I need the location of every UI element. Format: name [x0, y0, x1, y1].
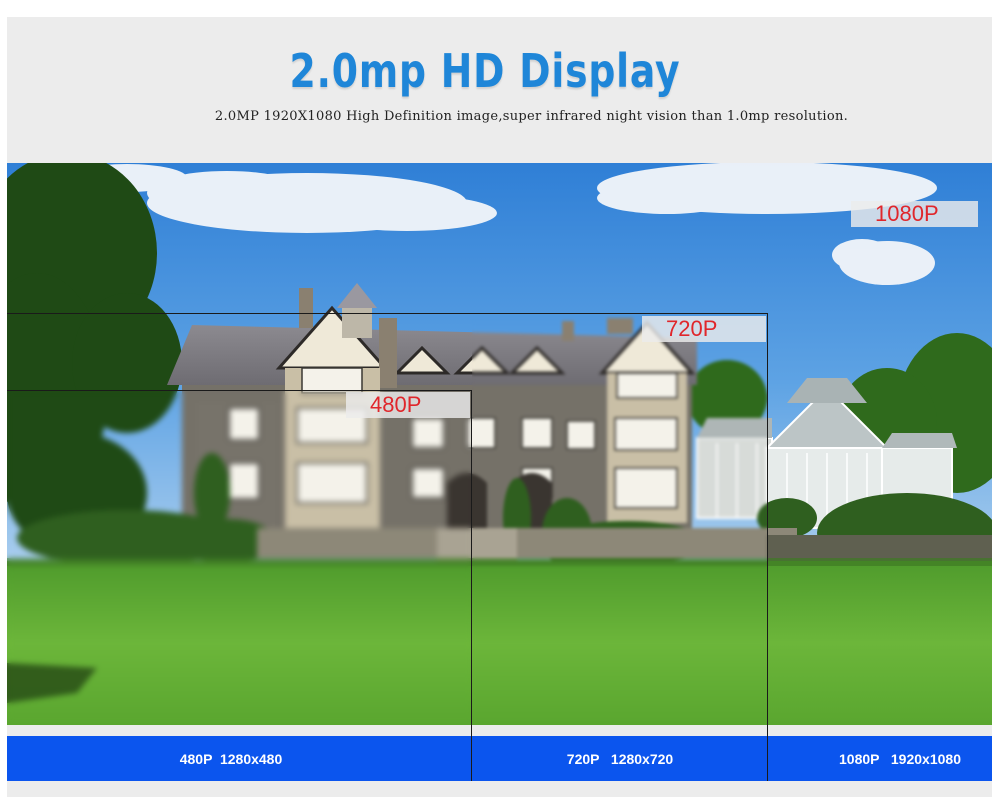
480p-frame-right — [471, 390, 472, 781]
720p-frame-top — [7, 313, 767, 314]
bar-divider-1 — [471, 736, 472, 781]
480p-region — [7, 391, 472, 725]
bar-label-720p: 720P 1280x720 — [566, 751, 674, 767]
bar-divider-2 — [767, 736, 768, 781]
label-720p: 720P — [642, 316, 766, 342]
page-subtitle: 2.0MP 1920X1080 High Definition image,su… — [214, 109, 849, 124]
bar-label-480p: 480P 1280x480 — [179, 751, 283, 767]
mansion-photo — [7, 163, 992, 725]
480p-frame-top — [7, 390, 472, 391]
bar-label-1080p: 1080P 1920x1080 — [839, 751, 961, 767]
720p-region — [472, 313, 768, 725]
label-1080p: 1080P — [851, 201, 978, 227]
label-480p: 480P — [346, 392, 470, 418]
page-title: 2.0mp HD Display — [289, 44, 681, 98]
720p-frame-right — [767, 313, 768, 781]
